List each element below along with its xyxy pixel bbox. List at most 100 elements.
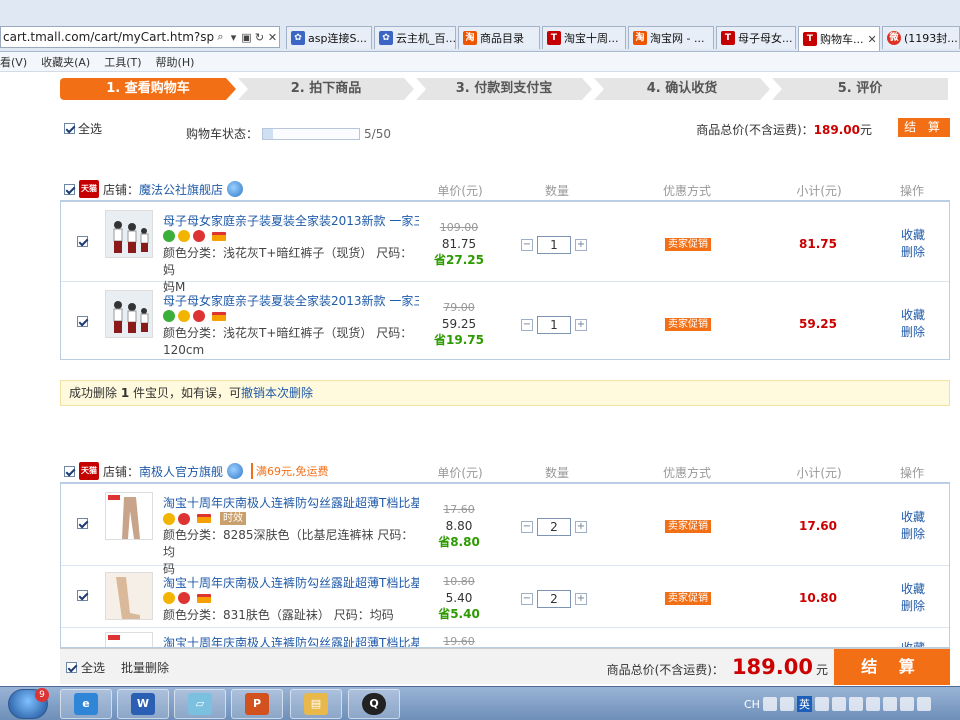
- search-icon[interactable]: ⌕: [214, 30, 227, 44]
- authentic-icon[interactable]: [178, 512, 190, 525]
- refresh-icon[interactable]: ↻: [253, 31, 266, 44]
- increase-button[interactable]: +: [575, 593, 587, 605]
- timely-delivery-badge[interactable]: 时效: [220, 512, 246, 525]
- credit-card-icon[interactable]: [197, 593, 211, 603]
- product-thumbnail[interactable]: [105, 632, 153, 647]
- delete-link[interactable]: 删除: [901, 598, 925, 615]
- taskbar-explorer[interactable]: ▤: [290, 689, 342, 719]
- checkout-button-top[interactable]: 结 算: [898, 118, 950, 137]
- product-title-link[interactable]: 母子母女家庭亲子装夏装全家装2013新款 一家三...: [163, 292, 419, 309]
- browser-tab-5[interactable]: 淘淘宝网 - ...: [628, 26, 714, 49]
- product-thumbnail[interactable]: [105, 492, 153, 540]
- shop-checkbox[interactable]: [64, 465, 75, 477]
- network-icon[interactable]: [916, 697, 931, 711]
- close-icon[interactable]: ✕: [266, 31, 279, 44]
- seven-day-icon[interactable]: [163, 592, 175, 604]
- taskbar-qq[interactable]: Q: [348, 689, 400, 719]
- credit-card-icon[interactable]: [197, 514, 211, 523]
- product-title-link[interactable]: 淘宝十周年庆南极人连裤防勾丝露趾超薄T档比基...: [163, 494, 419, 511]
- favorite-link[interactable]: 收藏: [901, 509, 925, 526]
- browser-tab-6[interactable]: T 母子母女...: [716, 26, 796, 49]
- authentic-icon[interactable]: [193, 230, 205, 242]
- moon-icon[interactable]: [814, 697, 829, 711]
- punct-icon[interactable]: [831, 697, 846, 711]
- shop-checkbox[interactable]: [64, 183, 75, 195]
- tray-icon[interactable]: [899, 697, 914, 711]
- authentic-icon[interactable]: [193, 310, 205, 322]
- browser-tab-8[interactable]: 微 (1193封...: [882, 26, 960, 49]
- ime-indicator[interactable]: CH: [744, 698, 760, 711]
- quantity-input[interactable]: 2: [537, 590, 571, 608]
- ime-m-icon[interactable]: [762, 697, 777, 711]
- browser-tab-7-active[interactable]: T 购物车... ✕: [798, 26, 880, 51]
- quantity-input[interactable]: 2: [537, 518, 571, 536]
- menu-tools[interactable]: 工具(T): [104, 54, 141, 70]
- item-checkbox[interactable]: [77, 590, 88, 601]
- language-indicator[interactable]: 英: [796, 696, 812, 712]
- item-checkbox[interactable]: [77, 316, 88, 327]
- favorite-link[interactable]: 收藏: [901, 227, 925, 244]
- decrease-button[interactable]: −: [521, 593, 533, 605]
- taskbar-ie[interactable]: e: [60, 689, 112, 719]
- favorite-link[interactable]: 收藏: [901, 640, 925, 647]
- undo-delete-link[interactable]: 撤销本次删除: [241, 386, 313, 400]
- increase-button[interactable]: +: [575, 521, 587, 533]
- product-thumbnail[interactable]: [105, 290, 153, 338]
- product-thumbnail[interactable]: [105, 572, 153, 620]
- menu-view[interactable]: 看(V): [0, 54, 27, 70]
- browser-tab-2[interactable]: ✿ 云主机_百...: [374, 26, 456, 49]
- keyboard-icon[interactable]: [848, 697, 863, 711]
- favorite-link[interactable]: 收藏: [901, 581, 925, 598]
- guarantee-icon[interactable]: [163, 230, 175, 242]
- select-all-top[interactable]: 全选: [64, 120, 102, 137]
- skin-icon[interactable]: [865, 697, 880, 711]
- product-title-link[interactable]: 淘宝十周年庆南极人连裤防勾丝露趾超薄T档比基...: [163, 574, 419, 591]
- taskbar-word[interactable]: W: [117, 689, 169, 719]
- item-checkbox[interactable]: [77, 518, 88, 529]
- ime-mode-icon[interactable]: [779, 697, 794, 711]
- increase-button[interactable]: +: [575, 319, 587, 331]
- compat-icon[interactable]: ▣: [240, 31, 253, 44]
- browser-tab-4[interactable]: T 淘宝十周...: [542, 26, 626, 49]
- quantity-input[interactable]: 1: [537, 236, 571, 254]
- delete-link[interactable]: 删除: [901, 244, 925, 261]
- delete-link[interactable]: 删除: [901, 324, 925, 341]
- quantity-input[interactable]: 1: [537, 316, 571, 334]
- product-title-link[interactable]: 淘宝十周年庆南极人连裤防勾丝露趾超薄T档比基...: [163, 634, 419, 647]
- product-title-link[interactable]: 母子母女家庭亲子装夏装全家装2013新款 一家三...: [163, 212, 419, 229]
- address-bar[interactable]: cart.tmall.com/cart/myCart.htm?spm= ⌕ ▾ …: [0, 26, 280, 48]
- select-all-checkbox-bottom[interactable]: [66, 662, 77, 673]
- address-text[interactable]: cart.tmall.com/cart/myCart.htm?spm=: [3, 30, 214, 44]
- product-thumbnail[interactable]: [105, 210, 153, 258]
- browser-tab-3[interactable]: 淘商品目录: [458, 26, 540, 49]
- taskbar-app[interactable]: ▱: [174, 689, 226, 719]
- guarantee-icon[interactable]: [163, 310, 175, 322]
- checkout-button[interactable]: 结 算: [834, 649, 950, 685]
- decrease-button[interactable]: −: [521, 319, 533, 331]
- item-checkbox[interactable]: [77, 236, 88, 247]
- browser-tab-1[interactable]: ✿ asp连接S...: [286, 26, 372, 49]
- start-button[interactable]: 9: [8, 688, 49, 719]
- tab-close-icon[interactable]: ✕: [868, 33, 877, 46]
- select-all-checkbox[interactable]: [64, 123, 75, 134]
- dropdown-icon[interactable]: ▾: [227, 31, 240, 44]
- wangwang-chat-icon[interactable]: [227, 181, 244, 197]
- settings-icon[interactable]: [882, 697, 897, 711]
- taskbar-powerpoint[interactable]: P: [231, 689, 283, 719]
- wangwang-chat-icon[interactable]: [227, 463, 244, 479]
- seven-day-icon[interactable]: [178, 310, 190, 322]
- shop-name-link[interactable]: 南极人官方旗舰: [139, 463, 223, 480]
- menu-help[interactable]: 帮助(H): [156, 54, 195, 70]
- seven-day-icon[interactable]: [163, 512, 175, 525]
- menu-favorites[interactable]: 收藏夹(A): [41, 54, 90, 70]
- credit-card-icon[interactable]: [212, 311, 226, 321]
- credit-card-icon[interactable]: [212, 231, 226, 241]
- favorite-link[interactable]: 收藏: [901, 307, 925, 324]
- seven-day-icon[interactable]: [178, 230, 190, 242]
- decrease-button[interactable]: −: [521, 239, 533, 251]
- shop-name-link[interactable]: 魔法公社旗舰店: [139, 181, 223, 198]
- increase-button[interactable]: +: [575, 239, 587, 251]
- decrease-button[interactable]: −: [521, 521, 533, 533]
- delete-link[interactable]: 删除: [901, 526, 925, 543]
- batch-delete-link[interactable]: 批量删除: [121, 659, 169, 676]
